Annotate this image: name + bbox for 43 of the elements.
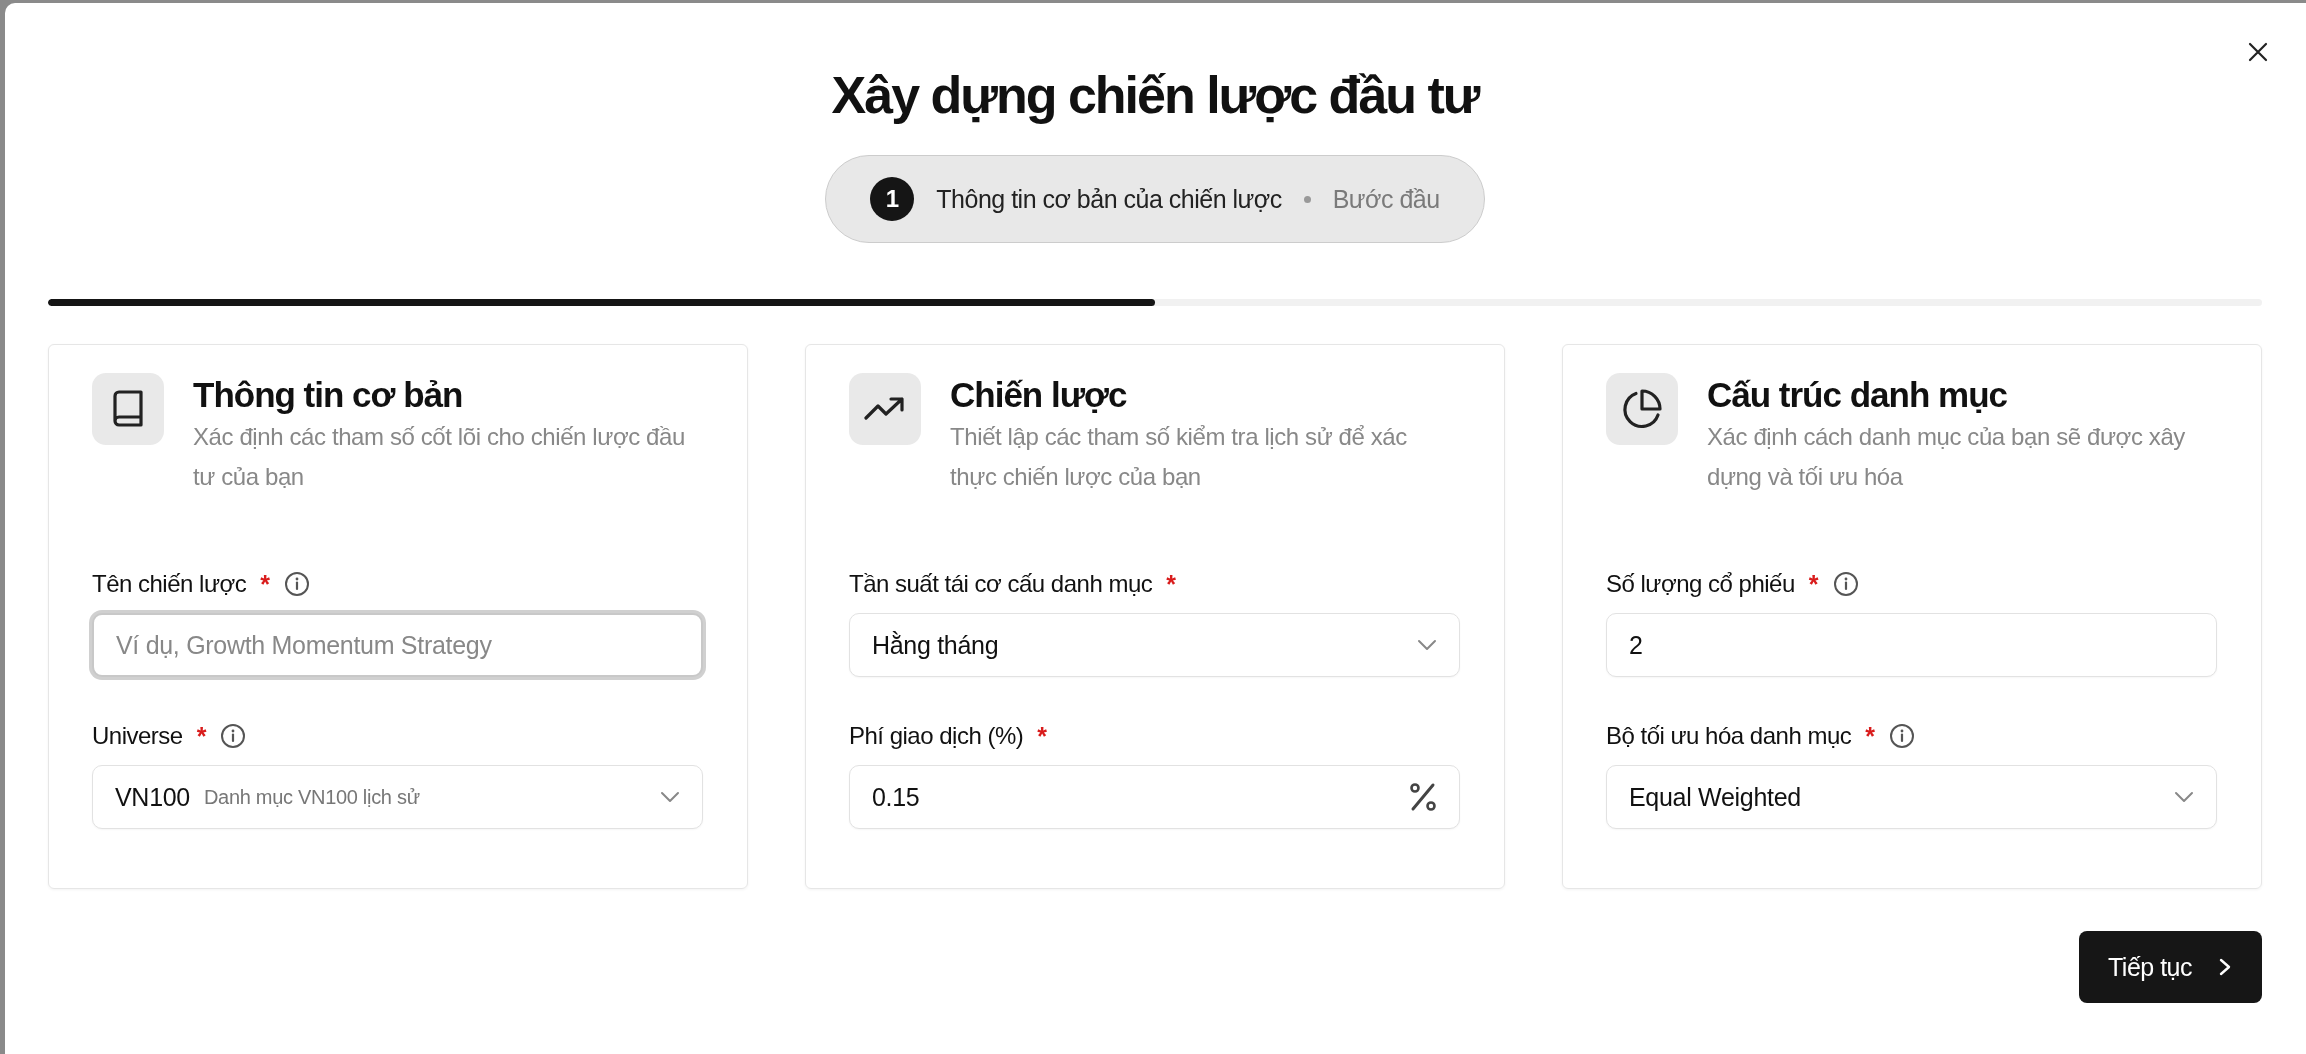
book-icon [110, 389, 146, 429]
pie-chart-icon [1621, 388, 1663, 430]
chevron-down-icon [2174, 791, 2194, 803]
field-label: Phí giao dịch (%) [849, 722, 1024, 750]
dropdown-select[interactable]: VN100 Danh mục VN100 lịch sử [92, 765, 703, 829]
dialog-title: Xây dựng chiến lược đầu tư [831, 65, 1479, 126]
close-icon [2247, 41, 2269, 63]
info-icon[interactable] [1832, 571, 1859, 597]
dropdown-select[interactable]: Equal Weighted [1606, 765, 2217, 829]
step-number: 1 [870, 177, 915, 221]
required-mark: * [1166, 569, 1176, 599]
card-description: Thiết lập các tham số kiểm tra lịch sử để xác thực chiến lược của bạn [950, 422, 1408, 492]
info-icon[interactable] [220, 723, 247, 749]
step-stage: Bước đầu [1332, 184, 1440, 214]
text-input[interactable]: 2 [1606, 613, 2217, 677]
chevron-right-icon [2218, 957, 2232, 977]
info-icon[interactable] [1888, 723, 1915, 749]
info-icon[interactable] [283, 571, 310, 597]
card-title: Thông tin cơ bản [193, 375, 464, 415]
required-mark: * [1808, 569, 1819, 599]
continue-button[interactable]: Tiếp tục [2079, 931, 2262, 1003]
separator-dot [1303, 195, 1311, 203]
field-label: Số lượng cổ phiếu [1606, 570, 1795, 598]
required-mark: * [196, 721, 207, 751]
percent-input[interactable]: 0.15 [849, 765, 1460, 829]
required-mark: * [1865, 721, 1875, 751]
text-input[interactable]: Ví dụ, Growth Momentum Strategy [92, 613, 703, 677]
percent-icon [1409, 782, 1437, 812]
required-mark: * [1037, 721, 1047, 751]
card-title: Cấu trúc danh mục [1707, 375, 2008, 415]
card-title: Chiến lược [950, 375, 1128, 415]
field-label: Tên chiến lược [92, 570, 247, 598]
field-label: Universe [92, 722, 183, 750]
field-label: Tần suất tái cơ cấu danh mục [849, 570, 1153, 598]
field-label: Bộ tối ưu hóa danh mục [1606, 722, 1852, 750]
chevron-down-icon [660, 791, 680, 803]
trend-up-icon [864, 396, 906, 422]
required-mark: * [260, 569, 270, 599]
chevron-down-icon [1417, 639, 1437, 651]
step-name: Thông tin cơ bản của chiến lược [936, 184, 1282, 214]
dropdown-select[interactable]: Hằng tháng [849, 613, 1460, 677]
card-description: Xác định các tham số cốt lõi cho chiến lược đầu tư của bạn [193, 422, 686, 492]
card-description: Xác định cách danh mục của bạn sẽ được xây dựng và tối ưu hóa [1707, 422, 2186, 492]
